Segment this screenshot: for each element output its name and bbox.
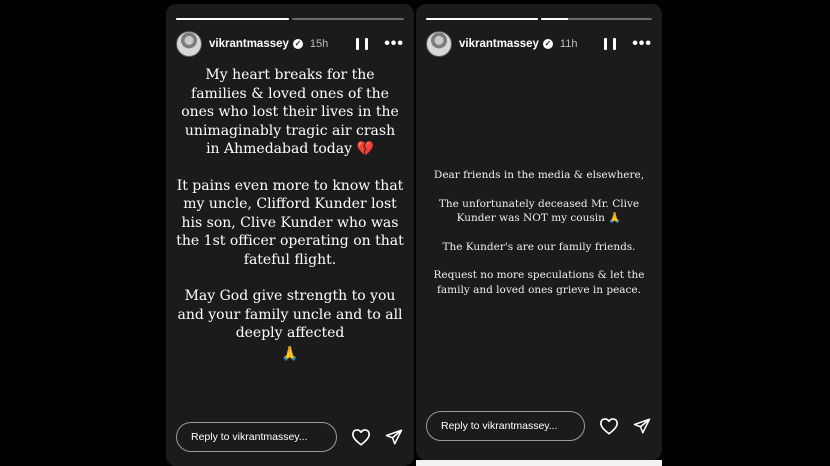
more-options-icon[interactable]: ••• (632, 36, 652, 52)
pray-emoji: 🙏 (608, 212, 622, 224)
story-paragraph: Dear friends in the media & elsewhere, (433, 169, 645, 181)
story-card-2: vikrantmassey ✓ 11h ••• Dear friends in … (416, 4, 662, 460)
timestamp: 11h (559, 38, 578, 50)
progress-segment (291, 18, 404, 20)
page-background-strip (416, 460, 662, 466)
username[interactable]: vikrantmassey (209, 38, 289, 50)
like-heart-icon[interactable] (351, 427, 371, 447)
story-paragraph: The Kunder's are our family friends. (442, 240, 636, 253)
share-send-icon[interactable] (385, 427, 404, 447)
story-text: My heart breaks for the families & loved… (176, 66, 404, 363)
progress-segment (176, 18, 289, 20)
reply-input[interactable]: Reply to vikrantmassey... (426, 411, 585, 441)
username[interactable]: vikrantmassey (459, 38, 539, 50)
more-options-icon[interactable]: ••• (384, 36, 404, 52)
story-paragraph: The unfortunately deceased Mr. Clive Kun… (438, 197, 640, 225)
story-card-1: vikrantmassey ✓ 15h ••• My heart breaks … (166, 4, 414, 466)
story-paragraph: Request no more speculations & let the f… (433, 269, 645, 296)
story-paragraph: My heart breaks for the families & loved… (181, 67, 399, 157)
verified-badge-icon: ✓ (292, 39, 303, 49)
story-footer: Reply to vikrantmassey... (176, 422, 404, 452)
story-header: vikrantmassey ✓ 15h ••• (176, 30, 404, 58)
story-progress (176, 18, 404, 20)
story-paragraph: May God give strength to you and your fa… (177, 288, 403, 341)
share-send-icon[interactable] (633, 416, 652, 436)
pause-icon[interactable] (356, 38, 369, 50)
story-paragraph: It pains even more to know that my uncle… (176, 177, 404, 268)
story-progress (426, 18, 652, 20)
progress-segment (426, 18, 538, 20)
timestamp: 15h (309, 38, 329, 50)
avatar[interactable] (176, 31, 202, 57)
avatar[interactable] (426, 31, 452, 57)
pray-emoji: 🙏 (281, 345, 299, 362)
progress-segment (540, 18, 652, 20)
reply-input[interactable]: Reply to vikrantmassey... (176, 422, 337, 452)
story-text: Dear friends in the media & elsewhere, T… (424, 168, 654, 311)
like-heart-icon[interactable] (599, 416, 619, 436)
pause-icon[interactable] (604, 38, 617, 50)
story-footer: Reply to vikrantmassey... (426, 411, 652, 441)
broken-heart-emoji: 💔 (356, 141, 374, 157)
verified-badge-icon: ✓ (542, 39, 553, 49)
story-header: vikrantmassey ✓ 11h ••• (426, 30, 652, 58)
